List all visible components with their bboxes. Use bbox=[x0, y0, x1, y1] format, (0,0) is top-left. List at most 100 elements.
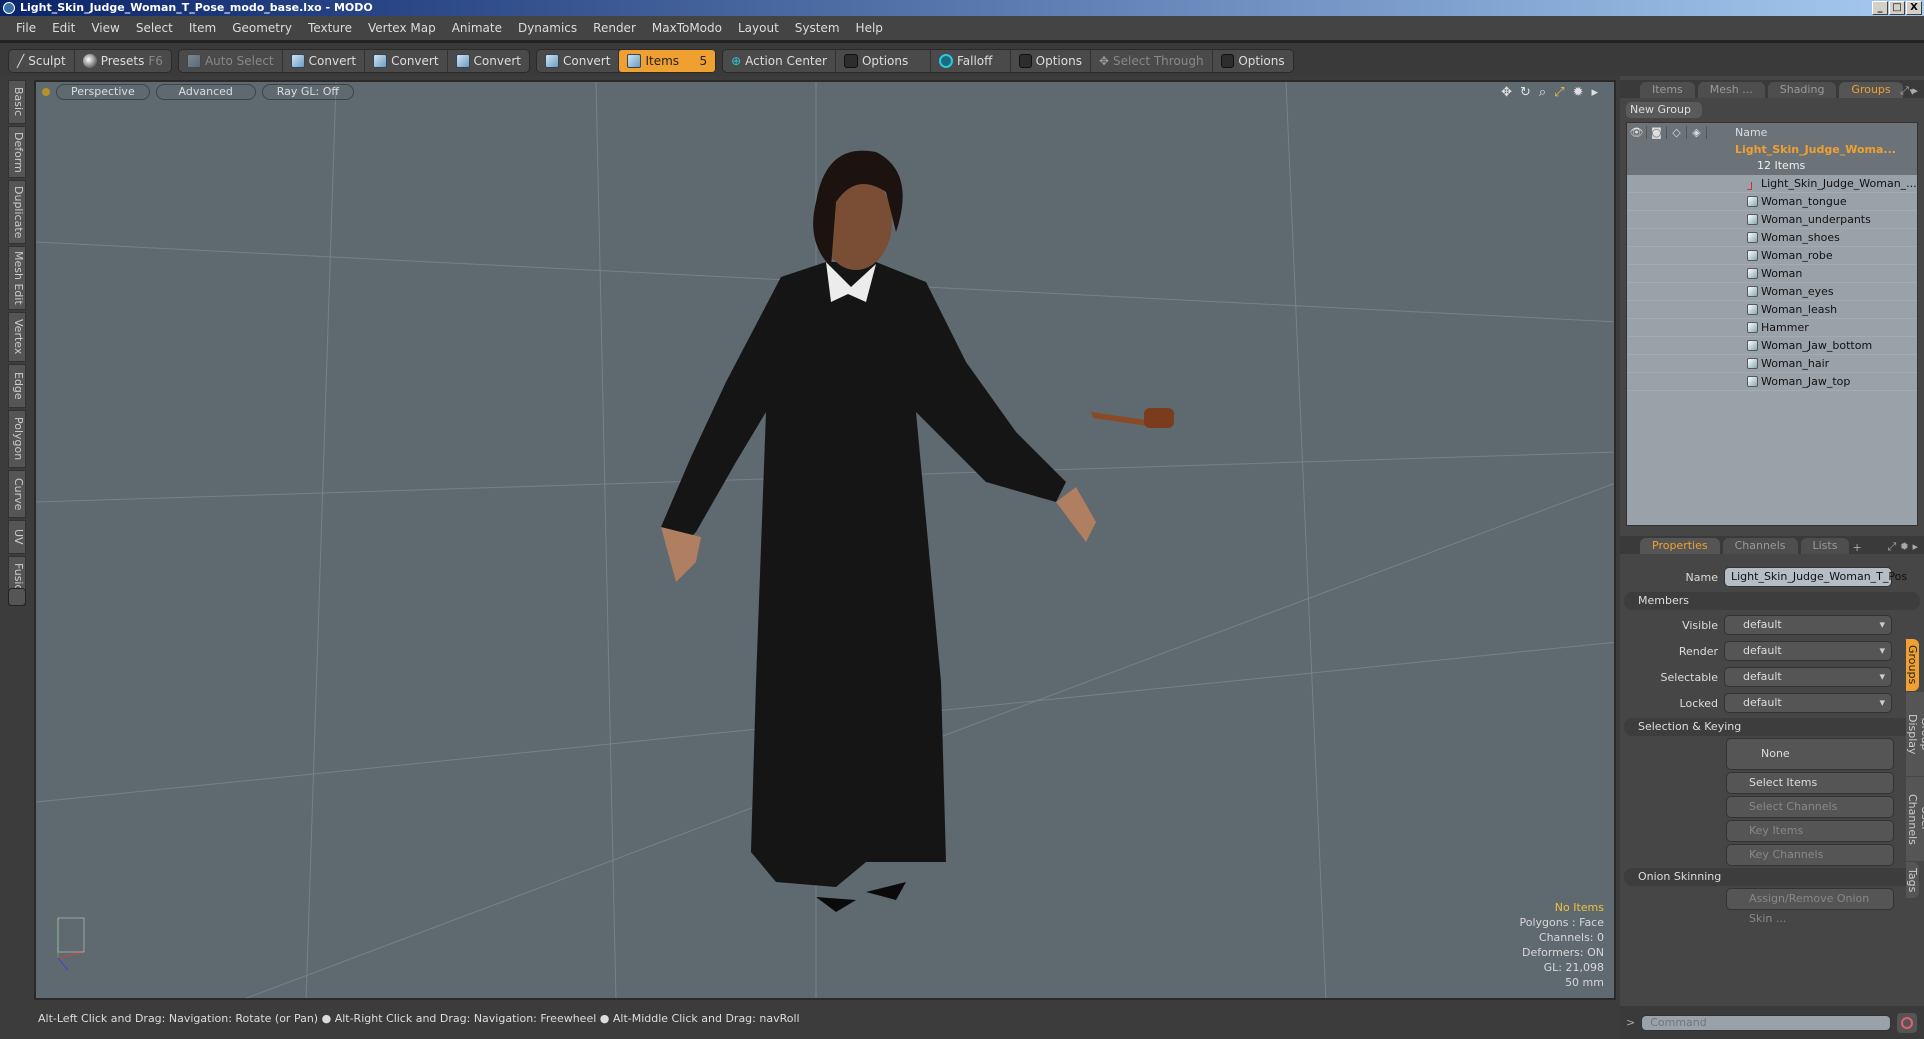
hierarchy-none-button[interactable]: None bbox=[1726, 738, 1894, 770]
view-type-button[interactable]: Perspective bbox=[56, 84, 150, 100]
falloff-button[interactable]: Falloff bbox=[931, 50, 1011, 72]
sidetab-group-display[interactable]: Group Display bbox=[1906, 692, 1924, 776]
record-macro-button[interactable] bbox=[1897, 1012, 1918, 1033]
select-icon[interactable]: ◈ bbox=[1687, 125, 1707, 139]
command-input[interactable] bbox=[1641, 1014, 1892, 1031]
gear-icon[interactable]: ✹ bbox=[1573, 85, 1584, 100]
menu-maxtomodo[interactable]: MaxToModo bbox=[644, 21, 730, 35]
raygl-button[interactable]: Ray GL: Off bbox=[261, 84, 354, 100]
tab-shading[interactable]: Shading bbox=[1767, 82, 1837, 98]
expand-toolbox-button[interactable] bbox=[8, 588, 26, 606]
selectable-dropdown[interactable]: default ▾ bbox=[1724, 667, 1892, 687]
falloff-options-button[interactable]: Options bbox=[1011, 50, 1091, 72]
members-section[interactable]: Members bbox=[1624, 592, 1920, 610]
menu-item[interactable]: Item bbox=[181, 21, 224, 35]
menu-file[interactable]: File bbox=[8, 21, 44, 35]
list-item[interactable]: Woman_Jaw_bottom bbox=[1627, 337, 1917, 355]
tab-mesh[interactable]: Mesh ... bbox=[1697, 82, 1765, 98]
menu-view[interactable]: View bbox=[83, 21, 127, 35]
auto-select-button[interactable]: Auto Select bbox=[179, 50, 283, 72]
select-through-options-button[interactable]: Options bbox=[1213, 50, 1293, 72]
tab-mesh-edit[interactable]: Mesh Edit bbox=[8, 246, 26, 310]
sidetab-user-channels[interactable]: User Channels bbox=[1906, 777, 1924, 861]
tab-polygon[interactable]: Polygon bbox=[8, 410, 26, 468]
close-button[interactable]: X bbox=[1906, 1, 1922, 15]
menu-system[interactable]: System bbox=[787, 21, 848, 35]
presets-button[interactable]: Presets F6 bbox=[75, 50, 171, 72]
select-channels-button[interactable]: Select Channels bbox=[1726, 796, 1894, 818]
list-item[interactable]: Woman_leash bbox=[1627, 301, 1917, 319]
select-items-button[interactable]: Select Items bbox=[1726, 772, 1894, 794]
maximize-viewport-icon[interactable]: ⤢ bbox=[1554, 85, 1564, 100]
render-dropdown[interactable]: default ▾ bbox=[1724, 641, 1892, 661]
assign-onion-skin-button[interactable]: Assign/Remove Onion Skin ... bbox=[1726, 888, 1894, 925]
menu-edit[interactable]: Edit bbox=[44, 21, 83, 35]
group-row[interactable]: Light_Skin_Judge_Woma... 12 Items bbox=[1627, 141, 1917, 175]
menu-layout[interactable]: Layout bbox=[730, 21, 787, 35]
tab-basic[interactable]: Basic bbox=[8, 80, 26, 124]
viewport-options-dot[interactable] bbox=[42, 88, 50, 96]
convert-vertex-button[interactable]: Convert bbox=[283, 50, 366, 72]
locked-dropdown[interactable]: default ▾ bbox=[1724, 693, 1892, 713]
new-group-button[interactable]: New Group bbox=[1626, 102, 1702, 118]
sidetab-tags[interactable]: Tags bbox=[1906, 862, 1919, 898]
key-channels-button[interactable]: Key Channels bbox=[1726, 844, 1894, 866]
minimize-button[interactable]: _ bbox=[1872, 1, 1888, 15]
menu-vertex-map[interactable]: Vertex Map bbox=[360, 21, 444, 35]
tab-duplicate[interactable]: Duplicate bbox=[8, 180, 26, 244]
menu-dynamics[interactable]: Dynamics bbox=[510, 21, 585, 35]
convert-edge-button[interactable]: Convert bbox=[365, 50, 448, 72]
visibility-eye-icon[interactable]: 👁 bbox=[1627, 125, 1647, 139]
menu-geometry[interactable]: Geometry bbox=[224, 21, 300, 35]
list-item[interactable]: Hammer bbox=[1627, 319, 1917, 337]
zoom-icon[interactable]: ⌕ bbox=[1539, 85, 1546, 100]
tab-curve[interactable]: Curve bbox=[8, 470, 26, 518]
select-through-button[interactable]: ✥ Select Through bbox=[1091, 50, 1213, 72]
selection-keying-section[interactable]: Selection & Keying bbox=[1624, 718, 1920, 736]
list-item[interactable]: Woman_tongue bbox=[1627, 193, 1917, 211]
expand-panel-icon[interactable]: ⤢ ▸ bbox=[1900, 84, 1918, 98]
items-mode-button[interactable]: Items 5 bbox=[619, 50, 716, 72]
shading-mode-button[interactable]: Advanced bbox=[155, 84, 256, 100]
sidetab-groups[interactable]: Groups bbox=[1906, 639, 1919, 691]
list-item[interactable]: Woman_eyes bbox=[1627, 283, 1917, 301]
rotate-icon[interactable]: ↻ bbox=[1520, 85, 1531, 100]
list-item[interactable]: Woman bbox=[1627, 265, 1917, 283]
lock-icon[interactable]: ◇ bbox=[1667, 125, 1687, 139]
list-item[interactable]: Woman_shoes bbox=[1627, 229, 1917, 247]
tab-items[interactable]: Items bbox=[1640, 82, 1695, 98]
menu-render[interactable]: Render bbox=[585, 21, 644, 35]
action-center-button[interactable]: ⊕ Action Center bbox=[723, 50, 836, 72]
convert-polygon-button[interactable]: Convert bbox=[448, 50, 529, 72]
tab-uv[interactable]: UV bbox=[8, 520, 26, 554]
sculpt-button[interactable]: ╱ Sculpt bbox=[9, 50, 75, 72]
tab-lists[interactable]: Lists bbox=[1800, 538, 1850, 554]
list-item[interactable]: ⅃ Light_Skin_Judge_Woman_... bbox=[1627, 175, 1917, 193]
list-item[interactable]: Woman_underpants bbox=[1627, 211, 1917, 229]
onion-skinning-section[interactable]: Onion Skinning bbox=[1624, 868, 1920, 886]
3d-viewport[interactable]: Perspective Advanced Ray GL: Off ✥ ↻ ⌕ ⤢… bbox=[34, 80, 1616, 1000]
tab-deform[interactable]: Deform bbox=[8, 126, 26, 178]
play-arrow-icon[interactable]: ▸ bbox=[1591, 85, 1598, 100]
action-center-options-button[interactable]: Options bbox=[836, 50, 931, 72]
tab-groups[interactable]: Groups bbox=[1839, 82, 1903, 98]
tab-edge[interactable]: Edge bbox=[8, 364, 26, 408]
maximize-button[interactable]: □ bbox=[1889, 1, 1905, 15]
tab-properties[interactable]: Properties bbox=[1640, 538, 1720, 554]
render-camera-icon[interactable]: ◙ bbox=[1647, 125, 1667, 139]
menu-select[interactable]: Select bbox=[128, 21, 181, 35]
tab-vertex[interactable]: Vertex bbox=[8, 312, 26, 362]
menu-help[interactable]: Help bbox=[848, 21, 891, 35]
tab-channels[interactable]: Channels bbox=[1722, 538, 1798, 554]
add-tab-button[interactable]: + bbox=[1852, 541, 1861, 554]
pan-icon[interactable]: ✥ bbox=[1501, 85, 1512, 100]
menu-animate[interactable]: Animate bbox=[444, 21, 510, 35]
list-item[interactable]: Woman_hair bbox=[1627, 355, 1917, 373]
list-item[interactable]: Woman_robe bbox=[1627, 247, 1917, 265]
panel-gear-icon[interactable]: ⤢ ✹ ▸ bbox=[1887, 540, 1918, 554]
visible-dropdown[interactable]: default ▾ bbox=[1724, 615, 1892, 635]
convert-material-button[interactable]: Convert bbox=[537, 50, 620, 72]
list-item[interactable]: Woman_Jaw_top bbox=[1627, 373, 1917, 391]
key-items-button[interactable]: Key Items bbox=[1726, 820, 1894, 842]
menu-texture[interactable]: Texture bbox=[300, 21, 360, 35]
